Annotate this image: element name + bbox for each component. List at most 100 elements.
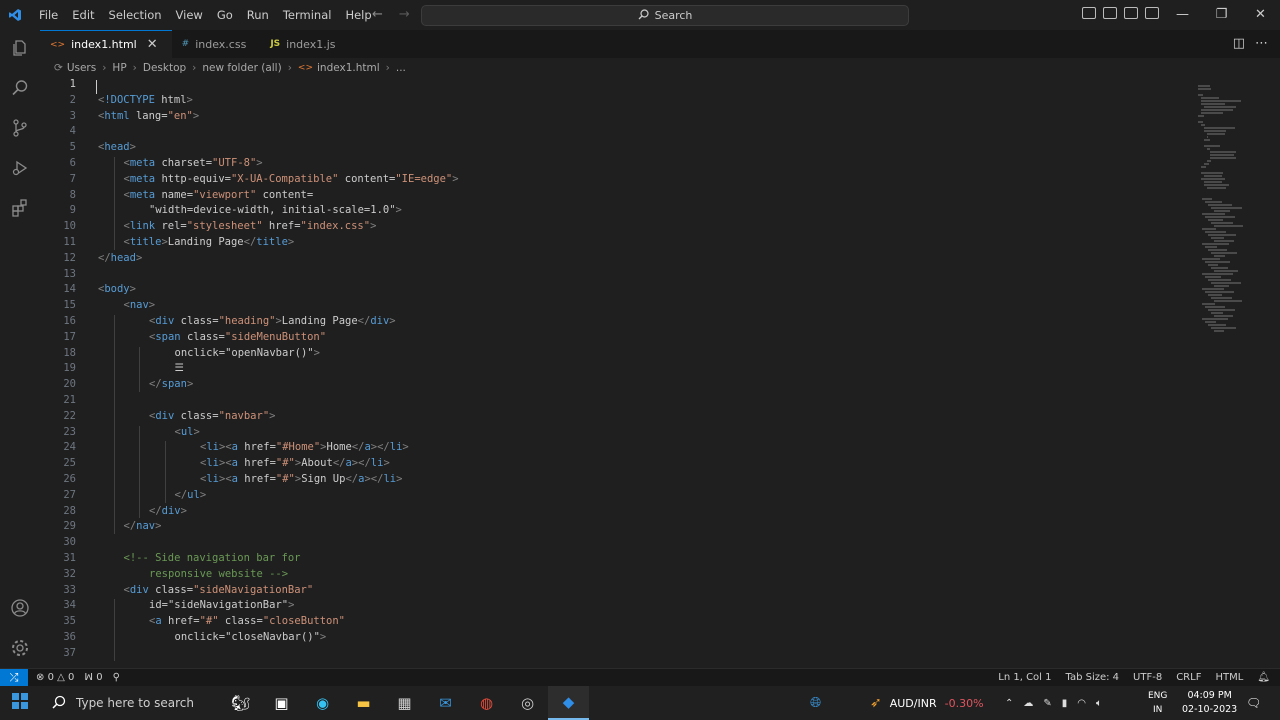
- code-line[interactable]: 10 <link rel="stylesheet" href="index.css…: [40, 218, 1190, 234]
- breadcrumb-item[interactable]: HP: [112, 62, 126, 74]
- ports-status[interactable]: ꟽ 0: [84, 672, 102, 683]
- live-share-icon[interactable]: ⚲: [113, 672, 120, 683]
- input-language[interactable]: ENG IN: [1148, 689, 1167, 717]
- code-line[interactable]: 4: [40, 123, 1190, 139]
- code-line[interactable]: 30: [40, 534, 1190, 550]
- notifications-bell-icon[interactable]: 🔔︎: [1257, 672, 1270, 683]
- code-line[interactable]: 27 </ul>: [40, 487, 1190, 503]
- globe-icon[interactable]: 🌐︎: [810, 695, 821, 711]
- tab-index-css[interactable]: # index.css: [171, 30, 261, 58]
- code-line[interactable]: 29 </nav>: [40, 518, 1190, 534]
- code-line[interactable]: 8 <meta name="viewport" content=: [40, 187, 1190, 203]
- problems-status[interactable]: ⊗ 0 △ 0: [36, 672, 74, 683]
- menu-go[interactable]: Go: [210, 8, 240, 22]
- breadcrumb-item[interactable]: index1.html: [317, 62, 380, 74]
- more-actions-icon[interactable]: ⋯: [1255, 36, 1268, 51]
- volume-icon[interactable]: 🔈︎: [1096, 698, 1102, 709]
- tab-size[interactable]: Tab Size: 4: [1066, 672, 1120, 683]
- code-line[interactable]: 33 <div class="sideNavigationBar": [40, 582, 1190, 598]
- code-line[interactable]: 21: [40, 392, 1190, 408]
- tab-index1-html[interactable]: <> index1.html ✕: [40, 30, 172, 58]
- chrome-icon[interactable]: ◍: [466, 686, 507, 720]
- toggle-primary-sidebar-icon[interactable]: [1082, 7, 1096, 19]
- code-line[interactable]: 22 <div class="navbar">: [40, 408, 1190, 424]
- stock-ticker[interactable]: ➶ AUD/INR -0.30%: [870, 686, 984, 720]
- onedrive-icon[interactable]: ☁: [1023, 698, 1033, 709]
- notification-center-icon[interactable]: 🗨︎: [1246, 696, 1261, 710]
- menu-run[interactable]: Run: [240, 8, 276, 22]
- code-line[interactable]: 18 onclick="openNavbar()">: [40, 345, 1190, 361]
- breadcrumb-item[interactable]: Users: [67, 62, 96, 74]
- source-control-icon[interactable]: [9, 118, 31, 140]
- code-line[interactable]: 19 ☰: [40, 360, 1190, 376]
- vscode-taskbar-icon[interactable]: ◆: [548, 686, 589, 720]
- split-editor-icon[interactable]: ◫: [1233, 36, 1245, 51]
- explorer-icon[interactable]: [9, 38, 31, 60]
- code-line[interactable]: 16 <div class="heading">Landing Page</div…: [40, 313, 1190, 329]
- menu-file[interactable]: File: [32, 8, 65, 22]
- chevron-up-icon[interactable]: ⌃: [1005, 698, 1013, 709]
- toggle-panel-icon[interactable]: [1103, 7, 1117, 19]
- tab-index1-js[interactable]: JS index1.js: [260, 30, 350, 58]
- pen-icon[interactable]: ✎: [1043, 698, 1051, 709]
- extensions-icon[interactable]: [9, 198, 31, 220]
- command-center-search[interactable]: Search: [421, 5, 909, 26]
- back-arrow-icon[interactable]: ←: [372, 7, 383, 22]
- store-icon[interactable]: ▦: [384, 686, 425, 720]
- search-view-icon[interactable]: [9, 78, 31, 100]
- language-mode[interactable]: HTML: [1215, 672, 1243, 683]
- code-line[interactable]: 35 <a href="#" class="closeButton": [40, 613, 1190, 629]
- code-line[interactable]: 23 <ul>: [40, 424, 1190, 440]
- code-line[interactable]: 5 <head>: [40, 139, 1190, 155]
- taskbar-search[interactable]: Type here to search: [40, 686, 222, 720]
- code-line[interactable]: 32 responsive website -->: [40, 566, 1190, 582]
- battery-icon[interactable]: ▮: [1062, 698, 1068, 709]
- task-view-icon[interactable]: ▣: [261, 686, 302, 720]
- code-line[interactable]: 20 </span>: [40, 376, 1190, 392]
- code-line[interactable]: 26 <li><a href="#">Sign Up</a></li>: [40, 471, 1190, 487]
- account-icon[interactable]: [9, 598, 31, 620]
- forward-arrow-icon[interactable]: →: [399, 7, 410, 22]
- end-of-line[interactable]: CRLF: [1176, 672, 1201, 683]
- code-line[interactable]: 28 </div>: [40, 503, 1190, 519]
- code-line[interactable]: 24 <li><a href="#Home">Home</a></li>: [40, 439, 1190, 455]
- minimap[interactable]: [1190, 78, 1250, 332]
- menu-selection[interactable]: Selection: [102, 8, 169, 22]
- encoding[interactable]: UTF-8: [1133, 672, 1162, 683]
- mail-icon[interactable]: ✉: [425, 686, 466, 720]
- code-line[interactable]: 14 <body>: [40, 281, 1190, 297]
- code-line[interactable]: 12 </head>: [40, 250, 1190, 266]
- code-line[interactable]: 1: [40, 76, 1190, 92]
- code-line[interactable]: 9 "width=device-width, initial-scale=1.0"…: [40, 202, 1190, 218]
- menu-terminal[interactable]: Terminal: [276, 8, 339, 22]
- wifi-icon[interactable]: ◠: [1077, 698, 1086, 709]
- code-line[interactable]: 31 <!-- Side navigation bar for: [40, 550, 1190, 566]
- code-line[interactable]: 17 <span class="sideMenuButton": [40, 329, 1190, 345]
- minimize-icon[interactable]: —: [1163, 0, 1202, 30]
- code-line[interactable]: 6 <meta charset="UTF-8">: [40, 155, 1190, 171]
- recording-app-icon[interactable]: ◎: [507, 686, 548, 720]
- code-editor[interactable]: 1 2 <!DOCTYPE html> 3 <html lang="en"> 4 5 <hea…: [40, 76, 1190, 668]
- breadcrumb-item[interactable]: Desktop: [143, 62, 186, 74]
- windows-start-icon[interactable]: [0, 693, 40, 713]
- maximize-icon[interactable]: ❐: [1202, 0, 1241, 30]
- breadcrumb-item[interactable]: ...: [396, 62, 406, 74]
- manage-gear-icon[interactable]: [9, 638, 31, 660]
- clock[interactable]: 04:09 PM 02-10-2023: [1182, 689, 1237, 717]
- menu-view[interactable]: View: [169, 8, 210, 22]
- code-line[interactable]: 7 <meta http-equiv="X-UA-Compatible" cont…: [40, 171, 1190, 187]
- toggle-secondary-sidebar-icon[interactable]: [1124, 7, 1138, 19]
- code-line[interactable]: 34 id="sideNavigationBar">: [40, 597, 1190, 613]
- code-line[interactable]: 36 onclick="closeNavbar()">: [40, 629, 1190, 645]
- code-line[interactable]: 25 <li><a href="#">About</a></li>: [40, 455, 1190, 471]
- widgets-icon[interactable]: 🐿︎: [220, 686, 261, 720]
- remote-indicator-icon[interactable]: ⤮: [0, 668, 28, 687]
- close-icon[interactable]: ✕: [147, 37, 158, 52]
- cursor-position[interactable]: Ln 1, Col 1: [998, 672, 1051, 683]
- code-line[interactable]: 15 <nav>: [40, 297, 1190, 313]
- code-line[interactable]: 37: [40, 645, 1190, 661]
- file-explorer-icon[interactable]: ▬: [343, 686, 384, 720]
- customize-layout-icon[interactable]: [1145, 7, 1159, 19]
- edge-browser-icon[interactable]: ◉: [302, 686, 343, 720]
- run-and-debug-icon[interactable]: [9, 158, 31, 180]
